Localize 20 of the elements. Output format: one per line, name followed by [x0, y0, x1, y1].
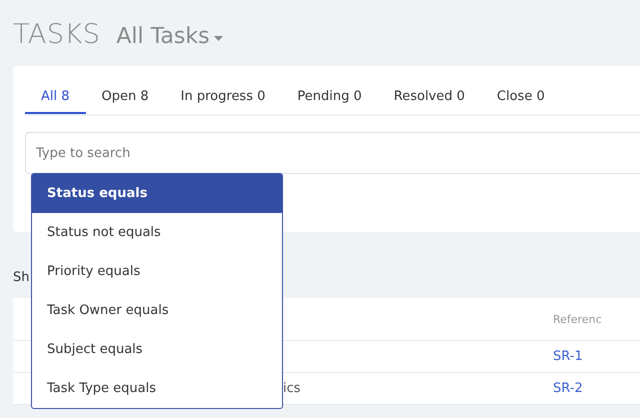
- tab[interactable]: All 8: [25, 80, 86, 114]
- menu-item[interactable]: Task Type equals: [32, 369, 282, 408]
- tab[interactable]: In progress 0: [164, 80, 282, 114]
- reference-link[interactable]: SR-2: [553, 381, 583, 396]
- menu-item[interactable]: Subject equals: [32, 330, 282, 369]
- tab[interactable]: Close 0: [480, 80, 561, 114]
- menu-item[interactable]: Status equals: [32, 174, 282, 213]
- summary-text: Sh: [13, 270, 30, 285]
- menu-item[interactable]: Task Owner equals: [32, 291, 282, 330]
- menu-item[interactable]: Priority equals: [32, 252, 282, 291]
- menu-item[interactable]: Status not equals: [32, 213, 282, 252]
- tab[interactable]: Open 8: [86, 80, 165, 114]
- search-field[interactable]: Type to search: [25, 132, 640, 174]
- reference-link[interactable]: SR-1: [553, 349, 583, 364]
- page-title: TASKS: [13, 18, 100, 50]
- table-cell: ics: [283, 381, 301, 396]
- tab[interactable]: Resolved 0: [378, 80, 481, 114]
- column-header: Referenc: [553, 312, 602, 326]
- tab[interactable]: Pending 0: [281, 80, 378, 114]
- caret-icon: [214, 36, 223, 40]
